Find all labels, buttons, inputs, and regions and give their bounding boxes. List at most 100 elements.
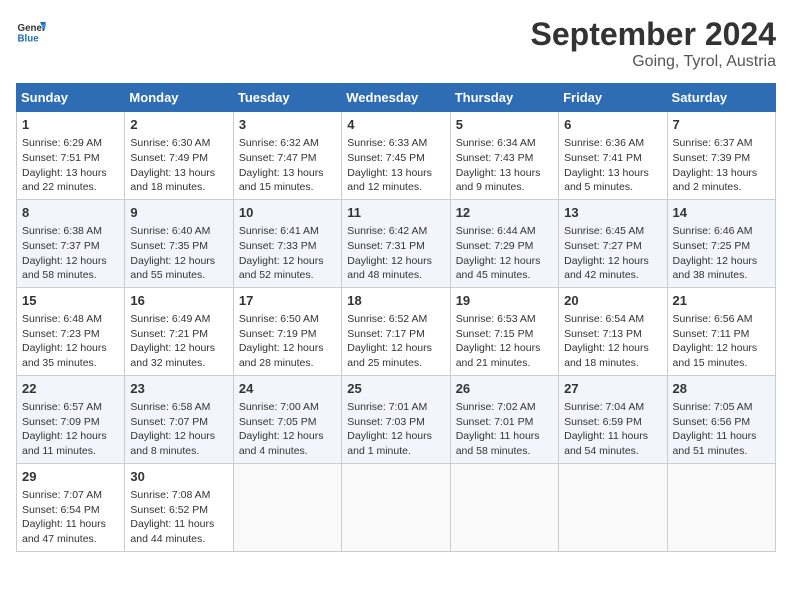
day-info: Daylight: 12 hours: [673, 254, 770, 269]
day-number: 1: [22, 116, 119, 134]
calendar-day-cell: 2Sunrise: 6:30 AMSunset: 7:49 PMDaylight…: [125, 112, 233, 200]
day-info: Sunset: 7:47 PM: [239, 151, 336, 166]
day-info: and 32 minutes.: [130, 356, 227, 371]
day-info: Sunset: 7:39 PM: [673, 151, 770, 166]
day-info: Sunrise: 7:01 AM: [347, 400, 444, 415]
calendar-week-row: 8Sunrise: 6:38 AMSunset: 7:37 PMDaylight…: [17, 199, 776, 287]
day-info: Sunrise: 6:57 AM: [22, 400, 119, 415]
day-info: Daylight: 11 hours: [456, 429, 553, 444]
day-info: Sunset: 7:45 PM: [347, 151, 444, 166]
day-info: and 38 minutes.: [673, 268, 770, 283]
day-info: Daylight: 13 hours: [564, 166, 661, 181]
day-number: 26: [456, 380, 553, 398]
calendar-day-cell: 1Sunrise: 6:29 AMSunset: 7:51 PMDaylight…: [17, 112, 125, 200]
day-info: Sunrise: 6:56 AM: [673, 312, 770, 327]
day-info: Sunrise: 6:37 AM: [673, 136, 770, 151]
day-number: 16: [130, 292, 227, 310]
day-info: Sunrise: 6:38 AM: [22, 224, 119, 239]
calendar-day-cell: [342, 463, 450, 551]
day-info: Sunrise: 6:42 AM: [347, 224, 444, 239]
calendar-day-cell: 18Sunrise: 6:52 AMSunset: 7:17 PMDayligh…: [342, 287, 450, 375]
day-info: Sunset: 7:07 PM: [130, 415, 227, 430]
day-info: Sunset: 7:01 PM: [456, 415, 553, 430]
day-number: 24: [239, 380, 336, 398]
day-info: and 45 minutes.: [456, 268, 553, 283]
day-number: 13: [564, 204, 661, 222]
day-number: 8: [22, 204, 119, 222]
calendar-day-cell: 20Sunrise: 6:54 AMSunset: 7:13 PMDayligh…: [559, 287, 667, 375]
day-info: and 25 minutes.: [347, 356, 444, 371]
day-info: Sunset: 7:37 PM: [22, 239, 119, 254]
day-info: and 42 minutes.: [564, 268, 661, 283]
day-info: Sunrise: 6:41 AM: [239, 224, 336, 239]
calendar-day-cell: 24Sunrise: 7:00 AMSunset: 7:05 PMDayligh…: [233, 375, 341, 463]
day-info: Sunset: 7:17 PM: [347, 327, 444, 342]
day-info: Daylight: 12 hours: [130, 341, 227, 356]
day-info: Daylight: 13 hours: [456, 166, 553, 181]
day-number: 7: [673, 116, 770, 134]
day-info: Sunrise: 6:30 AM: [130, 136, 227, 151]
day-info: and 54 minutes.: [564, 444, 661, 459]
day-info: Sunrise: 6:49 AM: [130, 312, 227, 327]
day-info: Sunrise: 6:34 AM: [456, 136, 553, 151]
day-info: Daylight: 12 hours: [673, 341, 770, 356]
calendar-day-cell: 5Sunrise: 6:34 AMSunset: 7:43 PMDaylight…: [450, 112, 558, 200]
day-info: Sunset: 6:59 PM: [564, 415, 661, 430]
day-info: Daylight: 12 hours: [22, 429, 119, 444]
day-number: 18: [347, 292, 444, 310]
day-info: Sunset: 7:33 PM: [239, 239, 336, 254]
day-info: Sunrise: 6:54 AM: [564, 312, 661, 327]
calendar-day-cell: 16Sunrise: 6:49 AMSunset: 7:21 PMDayligh…: [125, 287, 233, 375]
day-info: Daylight: 12 hours: [347, 341, 444, 356]
day-info: and 21 minutes.: [456, 356, 553, 371]
weekday-header: Sunday: [17, 84, 125, 112]
day-info: and 22 minutes.: [22, 180, 119, 195]
day-info: and 4 minutes.: [239, 444, 336, 459]
day-number: 3: [239, 116, 336, 134]
day-info: Daylight: 13 hours: [673, 166, 770, 181]
day-info: Sunrise: 6:45 AM: [564, 224, 661, 239]
calendar-day-cell: 10 Sunrise: 6:41 AMSunset: 7:33 PMDayligh…: [233, 199, 341, 287]
day-info: Sunset: 7:35 PM: [130, 239, 227, 254]
day-number: 23: [130, 380, 227, 398]
day-info: Daylight: 13 hours: [22, 166, 119, 181]
day-info: Sunset: 7:11 PM: [673, 327, 770, 342]
day-info: Sunrise: 6:50 AM: [239, 312, 336, 327]
day-info: Sunset: 7:27 PM: [564, 239, 661, 254]
day-number: 22: [22, 380, 119, 398]
day-info: and 12 minutes.: [347, 180, 444, 195]
day-info: Sunrise: 7:00 AM: [239, 400, 336, 415]
calendar-day-cell: 4Sunrise: 6:33 AMSunset: 7:45 PMDaylight…: [342, 112, 450, 200]
calendar-day-cell: 14Sunrise: 6:46 AMSunset: 7:25 PMDayligh…: [667, 199, 775, 287]
day-info: and 11 minutes.: [22, 444, 119, 459]
day-info: Sunset: 6:56 PM: [673, 415, 770, 430]
day-info: Sunset: 7:31 PM: [347, 239, 444, 254]
day-info: Daylight: 11 hours: [22, 517, 119, 532]
calendar-week-row: 1Sunrise: 6:29 AMSunset: 7:51 PMDaylight…: [17, 112, 776, 200]
day-info: Sunrise: 6:46 AM: [673, 224, 770, 239]
day-info: Sunset: 7:15 PM: [456, 327, 553, 342]
calendar-day-cell: 3 Sunrise: 6:32 AMSunset: 7:47 PMDaylight…: [233, 112, 341, 200]
day-number: 15: [22, 292, 119, 310]
day-info: Daylight: 12 hours: [564, 254, 661, 269]
calendar-day-cell: 13 Sunrise: 6:45 AMSunset: 7:27 PMDayligh…: [559, 199, 667, 287]
day-info: Daylight: 12 hours: [22, 341, 119, 356]
weekday-header: Thursday: [450, 84, 558, 112]
day-info: Daylight: 11 hours: [673, 429, 770, 444]
svg-text:Blue: Blue: [18, 34, 40, 45]
day-info: and 5 minutes.: [564, 180, 661, 195]
day-number: 5: [456, 116, 553, 134]
day-number: 10: [239, 204, 336, 222]
calendar-day-cell: 22Sunrise: 6:57 AMSunset: 7:09 PMDayligh…: [17, 375, 125, 463]
day-info: Daylight: 12 hours: [22, 254, 119, 269]
calendar-week-row: 15Sunrise: 6:48 AMSunset: 7:23 PMDayligh…: [17, 287, 776, 375]
day-info: and 2 minutes.: [673, 180, 770, 195]
day-info: Sunrise: 6:32 AM: [239, 136, 336, 151]
day-info: Sunrise: 6:58 AM: [130, 400, 227, 415]
day-info: Daylight: 12 hours: [239, 254, 336, 269]
weekday-header: Wednesday: [342, 84, 450, 112]
day-number: 14: [673, 204, 770, 222]
day-info: Sunrise: 6:40 AM: [130, 224, 227, 239]
calendar-day-cell: 9Sunrise: 6:40 AMSunset: 7:35 PMDaylight…: [125, 199, 233, 287]
day-info: Daylight: 13 hours: [239, 166, 336, 181]
